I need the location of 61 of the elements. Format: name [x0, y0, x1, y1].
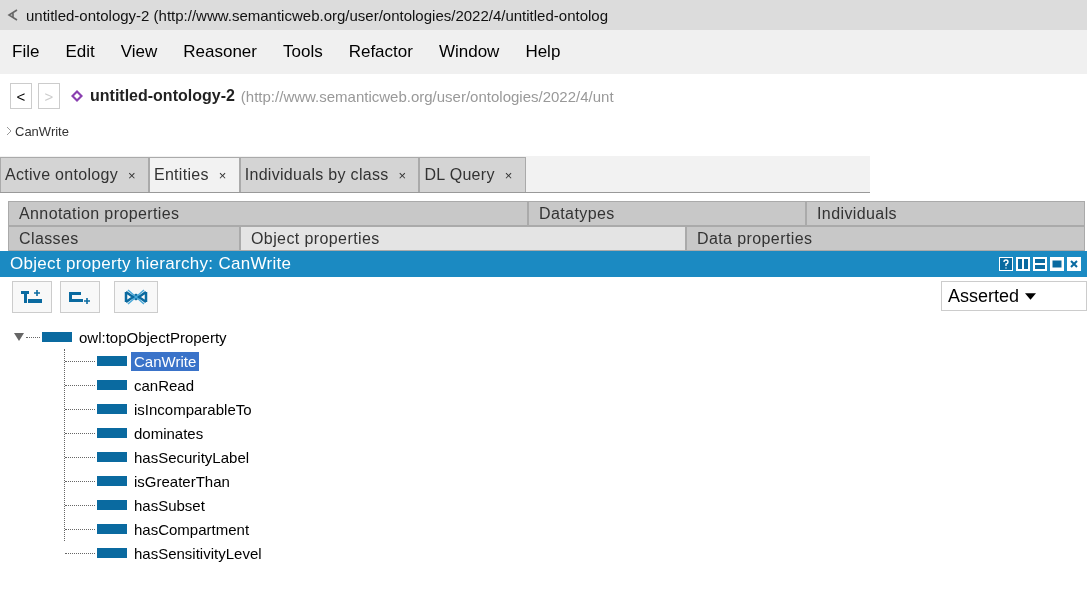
view-mode-dropdown[interactable]: Asserted [941, 281, 1087, 311]
add-subproperty-icon [20, 289, 44, 305]
add-subproperty-button[interactable] [12, 281, 52, 313]
breadcrumb[interactable]: CanWrite [15, 123, 69, 139]
tab[interactable]: Datatypes [528, 201, 806, 226]
chevron-icon [6, 126, 12, 136]
ontology-name: untitled-ontology-2 [90, 87, 235, 105]
tab[interactable]: DL Query × [419, 157, 526, 192]
property-icon [97, 476, 127, 486]
menu-item[interactable]: Edit [65, 42, 95, 62]
tree-item[interactable]: canRead [131, 375, 198, 395]
add-sibling-property-button[interactable] [60, 281, 100, 313]
property-icon [97, 452, 127, 462]
property-icon [97, 356, 127, 366]
tab[interactable]: Individuals [806, 201, 1085, 226]
window-title: untitled-ontology-2 (http://www.semanticweb.org/user/ontologies/2022/4/untitled-ontolog [26, 6, 608, 24]
ontology-icon [70, 89, 84, 103]
menu-item[interactable]: Window [438, 42, 500, 62]
tab[interactable]: Object properties [240, 226, 686, 251]
property-icon [97, 404, 127, 414]
caret-icon [1025, 292, 1037, 300]
tab[interactable]: Individuals by class × [239, 157, 420, 192]
tree-item[interactable]: owl:topObjectProperty [76, 327, 230, 347]
menu-item[interactable]: View [120, 42, 158, 62]
maximize-icon[interactable] [1050, 257, 1064, 271]
tree-item[interactable]: isIncomparableTo [131, 399, 255, 419]
tree-item[interactable]: hasCompartment [131, 519, 253, 539]
property-icon [97, 428, 127, 438]
panel-title: Object property hierarchy: CanWrite [10, 254, 292, 274]
tab[interactable]: Data properties [686, 226, 1085, 251]
ontology-iri: (http://www.semanticweb.org/user/ontologies/2022/4/unt [240, 87, 614, 105]
tab[interactable]: Classes [8, 226, 240, 251]
menu-item[interactable]: Reasoner [183, 42, 257, 62]
split-horizontal-icon[interactable] [1033, 257, 1047, 271]
back-button[interactable]: < [10, 83, 32, 109]
tab[interactable]: Entities × [148, 157, 240, 192]
tree-item[interactable]: isGreaterThan [131, 471, 233, 491]
property-icon [97, 524, 127, 534]
property-icon [42, 332, 72, 342]
tree-item[interactable]: hasSensitivityLevel [131, 543, 265, 563]
menu-item[interactable]: Help [525, 42, 561, 62]
menu-item[interactable]: File [12, 42, 40, 62]
tab[interactable]: Active ontology × [0, 157, 149, 192]
property-icon [97, 548, 127, 558]
app-icon [6, 8, 20, 22]
tree-item[interactable]: dominates [131, 423, 207, 443]
menu-item[interactable]: Refactor [348, 42, 413, 62]
property-icon [97, 500, 127, 510]
close-icon[interactable] [1067, 257, 1081, 271]
add-sibling-icon [68, 289, 92, 305]
delete-icon [123, 289, 149, 305]
tree-item[interactable]: hasSubset [131, 495, 208, 515]
tree-item[interactable]: hasSecurityLabel [131, 447, 253, 467]
expand-toggle-icon[interactable] [14, 332, 24, 342]
tree-item[interactable]: CanWrite [131, 351, 200, 371]
delete-property-button[interactable] [114, 281, 158, 313]
tab[interactable]: Annotation properties [8, 201, 528, 226]
split-vertical-icon[interactable] [1016, 257, 1030, 271]
property-icon [97, 380, 127, 390]
help-icon[interactable] [999, 257, 1013, 271]
menu-item[interactable]: Tools [282, 42, 323, 62]
